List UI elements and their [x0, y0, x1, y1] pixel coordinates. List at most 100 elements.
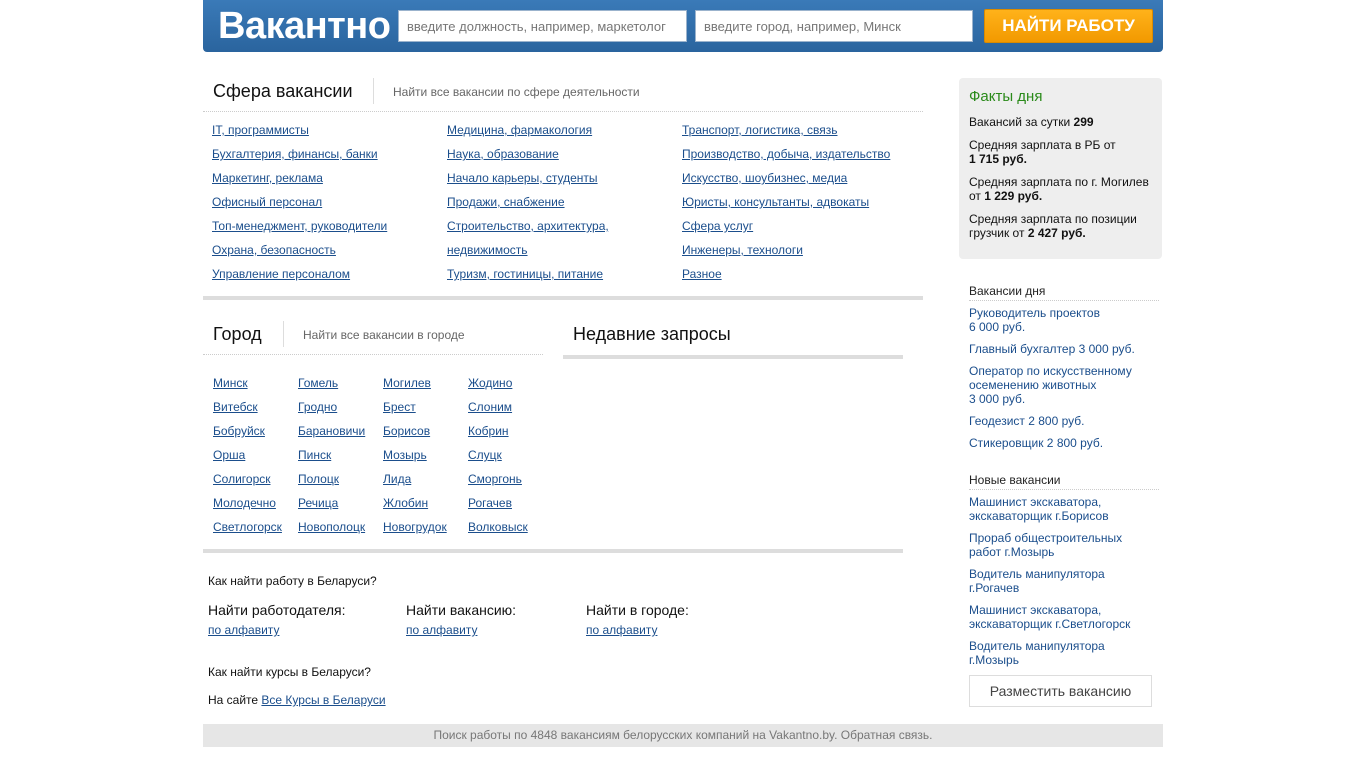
fact-vacancies-per-day: Вакансий за сутки 299 [969, 115, 1094, 129]
site-logo[interactable]: Вакантно [218, 4, 391, 48]
sphere-link[interactable]: Строительство, архитектура, [447, 214, 609, 238]
day-vacancy-link[interactable]: Оператор по искусственному осеменению жи… [969, 364, 1154, 406]
sphere-link[interactable]: Маркетинг, реклама [212, 166, 387, 190]
city-link[interactable]: Барановичи [298, 419, 365, 443]
section-divider [203, 549, 903, 553]
city-subtitle[interactable]: Найти все вакансии в городе [303, 328, 465, 342]
new-vacancies-title: Новые вакансии [969, 473, 1159, 490]
day-vacancy-link[interactable]: Геодезист 2 800 руб. [969, 414, 1154, 428]
sphere-link[interactable]: Туризм, гостиницы, питание [447, 262, 609, 286]
section-divider [203, 296, 923, 300]
how-find-courses-question: Как найти курсы в Беларуси? [208, 665, 371, 679]
sphere-link[interactable]: Управление персоналом [212, 262, 387, 286]
sphere-link[interactable]: Разное [682, 262, 890, 286]
position-search-input[interactable] [398, 10, 687, 42]
new-vacancy-link[interactable]: Машинист экскаватора, экскаваторщик г.Св… [969, 603, 1154, 631]
find-job-button[interactable]: НАЙТИ РАБОТУ [984, 9, 1153, 43]
city-title: Город [213, 324, 262, 344]
facts-title: Факты дня [969, 88, 1043, 105]
city-link[interactable]: Рогачев [468, 491, 528, 515]
city-link[interactable]: Молодечно [213, 491, 282, 515]
city-link[interactable]: Могилев [383, 371, 447, 395]
city-link[interactable]: Новополоцк [298, 515, 365, 539]
day-vacancy-link[interactable]: Стикеровщик 2 800 руб. [969, 436, 1154, 450]
vacancy-alphabet-link[interactable]: по алфавиту [406, 623, 477, 637]
city-link[interactable]: Сморгонь [468, 467, 528, 491]
facts-of-day-panel: Факты дня Вакансий за сутки 299 Средняя … [959, 78, 1162, 259]
city-column-2: Гомель Гродно Барановичи Пинск Полоцк Речица Н… [298, 371, 365, 539]
city-column-4: Жодино Слоним Кобрин Слуцк Сморгонь Рогачев Во… [468, 371, 528, 539]
sphere-link[interactable]: Топ-менеджмент, руководители [212, 214, 387, 238]
sphere-link[interactable]: Начало карьеры, студенты [447, 166, 609, 190]
find-in-city-heading: Найти в городе: [586, 602, 689, 618]
sphere-link[interactable]: Наука, образование [447, 142, 609, 166]
sphere-link[interactable]: Производство, добыча, издательство [682, 142, 890, 166]
sphere-column-1: IT, программисты Бухгалтерия, финансы, ба… [212, 118, 387, 286]
city-link[interactable]: Лида [383, 467, 447, 491]
sphere-column-3: Транспорт, логистика, связь Производство,… [682, 118, 890, 286]
fact-avg-salary-position: Средняя зарплата по позиции грузчик от 2… [969, 212, 1137, 240]
day-vacancies-title: Вакансии дня [969, 284, 1159, 301]
sphere-link[interactable]: Юристы, консультанты, адвокаты [682, 190, 890, 214]
courses-site-prefix: На сайте [208, 693, 262, 707]
sphere-link[interactable]: Транспорт, логистика, связь [682, 118, 890, 142]
city-link[interactable]: Кобрин [468, 419, 528, 443]
sphere-link[interactable]: Охрана, безопасность [212, 238, 387, 262]
fact-avg-salary-city: Средняя зарплата по г. Могилев от 1 229 … [969, 175, 1149, 203]
new-vacancy-link[interactable]: Водитель манипулятора г.Мозырь [969, 639, 1154, 667]
employer-alphabet-link[interactable]: по алфавиту [208, 623, 279, 637]
courses-site-line: На сайте Все Курсы в Беларуси [208, 693, 386, 707]
sphere-link[interactable]: Офисный персонал [212, 190, 387, 214]
city-link[interactable]: Витебск [213, 395, 282, 419]
sphere-title: Сфера вакансии [213, 81, 353, 101]
recent-queries-title: Недавние запросы [573, 324, 731, 344]
sphere-link[interactable]: IT, программисты [212, 118, 387, 142]
sphere-link[interactable]: Инженеры, технологи [682, 238, 890, 262]
sphere-link[interactable]: Бухгалтерия, финансы, банки [212, 142, 387, 166]
new-vacancy-link[interactable]: Водитель манипулятора г.Рогачев [969, 567, 1154, 595]
city-link[interactable]: Борисов [383, 419, 447, 443]
site-header: Вакантно НАЙТИ РАБОТУ [203, 0, 1163, 52]
city-link[interactable]: Новогрудок [383, 515, 447, 539]
sphere-link[interactable]: Продажи, снабжение [447, 190, 609, 214]
city-link[interactable]: Пинск [298, 443, 365, 467]
city-link[interactable]: Жлобин [383, 491, 447, 515]
how-find-job-question: Как найти работу в Беларуси? [208, 574, 377, 588]
find-vacancy-heading: Найти вакансию: [406, 602, 517, 618]
recent-divider [563, 355, 903, 359]
sphere-link[interactable]: недвижимость [447, 238, 609, 262]
city-link[interactable]: Орша [213, 443, 282, 467]
sphere-header: Сфера вакансии Найти все вакансии по сфе… [203, 78, 923, 112]
city-link[interactable]: Бобруйск [213, 419, 282, 443]
city-link[interactable]: Жодино [468, 371, 528, 395]
new-vacancy-link[interactable]: Прораб общестроительных работ г.Мозырь [969, 531, 1154, 559]
city-link[interactable]: Мозырь [383, 443, 447, 467]
city-link[interactable]: Брест [383, 395, 447, 419]
find-employer-heading: Найти работодателя: [208, 602, 346, 618]
city-link[interactable]: Слоним [468, 395, 528, 419]
city-column-3: Могилев Брест Борисов Мозырь Лида Жлобин Новог… [383, 371, 447, 539]
city-column-1: Минск Витебск Бобруйск Орша Солигорск Молодеч… [213, 371, 282, 539]
city-link[interactable]: Речица [298, 491, 365, 515]
city-link[interactable]: Гродно [298, 395, 365, 419]
sphere-link[interactable]: Сфера услуг [682, 214, 890, 238]
post-vacancy-button[interactable]: Разместить вакансию [969, 675, 1152, 707]
new-vacancy-link[interactable]: Машинист экскаватора, экскаваторщик г.Бо… [969, 495, 1154, 523]
all-courses-link[interactable]: Все Курсы в Беларуси [261, 693, 385, 707]
city-search-input[interactable] [695, 10, 973, 42]
sphere-link[interactable]: Медицина, фармакология [447, 118, 609, 142]
day-vacancy-link[interactable]: Руководитель проектов 6 000 руб. [969, 306, 1154, 334]
city-link[interactable]: Минск [213, 371, 282, 395]
sphere-link[interactable]: Искусство, шоубизнес, медиа [682, 166, 890, 190]
city-link[interactable]: Волковыск [468, 515, 528, 539]
city-alphabet-link[interactable]: по алфавиту [586, 623, 657, 637]
city-link[interactable]: Светлогорск [213, 515, 282, 539]
city-link[interactable]: Полоцк [298, 467, 365, 491]
city-link[interactable]: Гомель [298, 371, 365, 395]
sphere-subtitle[interactable]: Найти все вакансии по сфере деятельности [393, 85, 640, 99]
city-link[interactable]: Солигорск [213, 467, 282, 491]
footer: Поиск работы по 4848 вакансиям белорусск… [203, 724, 1163, 747]
day-vacancy-link[interactable]: Главный бухгалтер 3 000 руб. [969, 342, 1154, 356]
city-header: Город Найти все вакансии в городе [203, 321, 543, 355]
city-link[interactable]: Слуцк [468, 443, 528, 467]
